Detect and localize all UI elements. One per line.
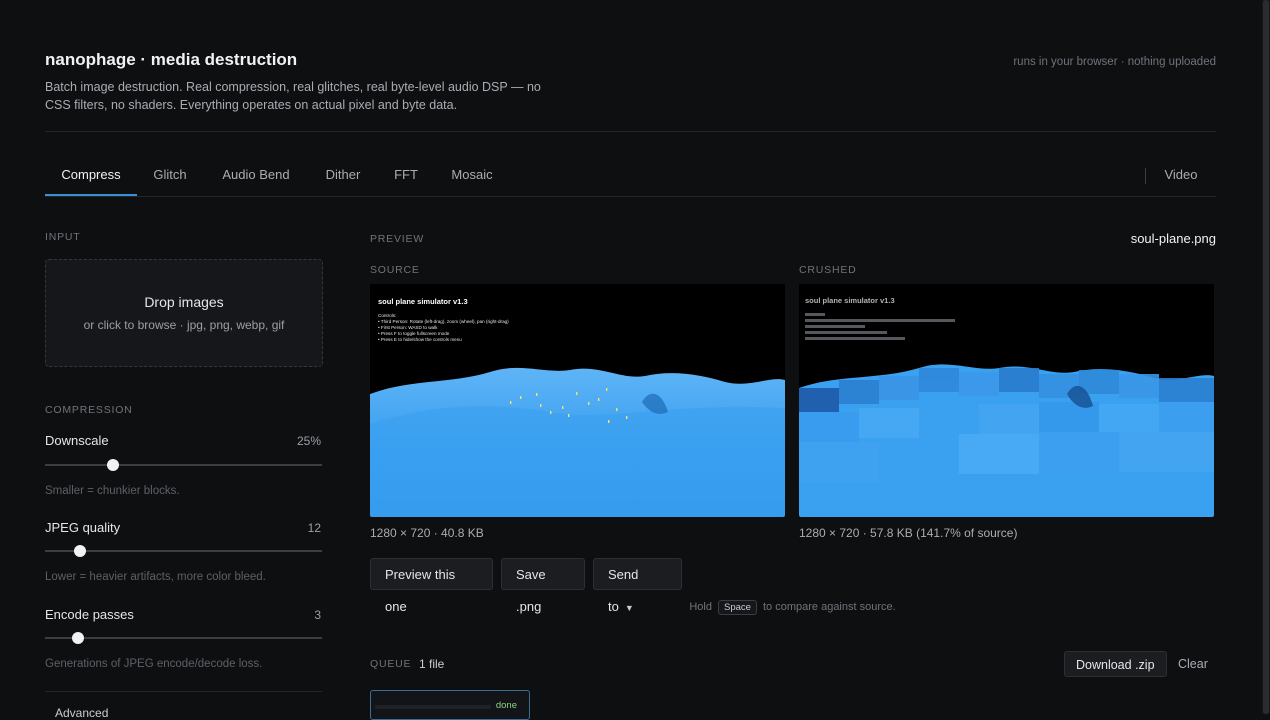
app-description: Batch image destruction. Real compressio…	[45, 80, 541, 112]
source-image-line: • Press F to toggle fullscreen mode	[378, 331, 450, 336]
downscale-label: Downscale	[45, 433, 109, 448]
source-label: SOURCE	[370, 264, 420, 276]
crushed-image-title: soul plane simulator v1.3	[805, 296, 895, 305]
compare-hint-before: Hold	[689, 601, 712, 613]
compression-section-label: COMPRESSION	[45, 404, 133, 416]
encode-passes-hint: Generations of JPEG encode/decode loss.	[45, 658, 263, 670]
space-key-badge: Space	[718, 600, 757, 615]
dropzone-subtitle: or click to browse · jpg, png, webp, gif	[83, 318, 285, 332]
source-terrain-shade	[370, 406, 785, 517]
tab-separator	[1145, 168, 1146, 184]
mode-tabs: Compress Glitch Audio Bend Dither FFT Mo…	[45, 158, 1216, 196]
crushed-label: CRUSHED	[799, 264, 857, 276]
encode-passes-label: Encode passes	[45, 607, 134, 622]
encode-passes-slider[interactable]	[45, 632, 322, 644]
clear-queue-button[interactable]: Clear	[1178, 657, 1208, 671]
preview-section-label: PREVIEW	[370, 233, 425, 245]
source-image-graphic: soul plane simulator v1.3 Controls: • Th…	[370, 284, 785, 517]
source-image-line: • First Person: WASD to walk	[378, 325, 438, 330]
image-dropzone[interactable]: Drop images or click to browse · jpg, pn…	[45, 259, 323, 367]
queue-item-thumbnail	[375, 705, 491, 709]
preview-this-button[interactable]: Preview this one	[370, 558, 493, 614]
tab-video[interactable]: Video	[1157, 158, 1205, 195]
advanced-divider	[45, 691, 322, 692]
source-image-line: • Third Person: Rotate (left-drag), zoom…	[378, 319, 509, 324]
source-image: soul plane simulator v1.3 Controls: • Th…	[370, 284, 785, 517]
downscale-hint: Smaller = chunkier blocks.	[45, 485, 180, 497]
source-image-line: Controls:	[378, 313, 396, 318]
crushed-image: soul plane simulator v1.3	[799, 284, 1214, 517]
source-image-line: • Press E to hide/show the controls menu	[378, 337, 462, 342]
crushed-image-graphic: soul plane simulator v1.3	[799, 284, 1214, 517]
page-header: nanophage · media destruction Batch imag…	[45, 50, 1216, 114]
scrollbar-thumb[interactable]	[1263, 0, 1269, 714]
page-scrollbar[interactable]	[1262, 0, 1270, 714]
tab-fft[interactable]: FFT	[389, 158, 423, 195]
input-section-label: INPUT	[45, 231, 81, 243]
queue-item-status: done	[495, 700, 517, 711]
source-image-title: soul plane simulator v1.3	[378, 297, 468, 306]
queue-count: 1 file	[419, 657, 445, 671]
downscale-slider-thumb[interactable]	[107, 459, 119, 471]
tabs-divider	[45, 196, 1216, 197]
jpeg-quality-label: JPEG quality	[45, 520, 121, 535]
send-to-button[interactable]: Send to ▼	[593, 558, 682, 614]
queue-item[interactable]: done	[370, 690, 530, 720]
jpeg-quality-hint: Lower = heavier artifacts, more color bl…	[45, 571, 266, 583]
tab-audio-bend[interactable]: Audio Bend	[215, 158, 297, 195]
tab-glitch[interactable]: Glitch	[148, 158, 192, 195]
download-zip-button[interactable]: Download .zip	[1064, 651, 1167, 677]
preview-filename: soul-plane.png	[1130, 231, 1216, 246]
advanced-toggle[interactable]: Advanced	[55, 706, 108, 720]
encode-passes-slider-thumb[interactable]	[72, 632, 84, 644]
downscale-slider[interactable]	[45, 459, 322, 471]
jpeg-quality-slider[interactable]	[45, 545, 322, 557]
header-divider	[45, 131, 1216, 132]
tab-mosaic[interactable]: Mosaic	[445, 158, 499, 195]
compare-hint: Hold Space to compare against source.	[370, 600, 1215, 615]
queue-section-label: QUEUE	[370, 658, 412, 670]
downscale-value: 25%	[296, 434, 321, 448]
dropzone-title: Drop images	[144, 294, 224, 310]
jpeg-quality-value: 12	[307, 521, 321, 535]
tab-compress[interactable]: Compress	[45, 158, 137, 196]
crushed-blocks	[799, 368, 1214, 482]
save-png-button[interactable]: Save .png	[501, 558, 585, 614]
crushed-meta: 1280 × 720 · 57.8 KB (141.7% of source)	[799, 526, 1018, 540]
privacy-note: runs in your browser · nothing uploaded	[1013, 56, 1216, 68]
tab-dither[interactable]: Dither	[319, 158, 367, 195]
encode-passes-value: 3	[314, 608, 321, 622]
compare-hint-after: to compare against source.	[763, 601, 896, 613]
jpeg-quality-slider-thumb[interactable]	[74, 545, 86, 557]
source-meta: 1280 × 720 · 40.8 KB	[370, 526, 484, 540]
